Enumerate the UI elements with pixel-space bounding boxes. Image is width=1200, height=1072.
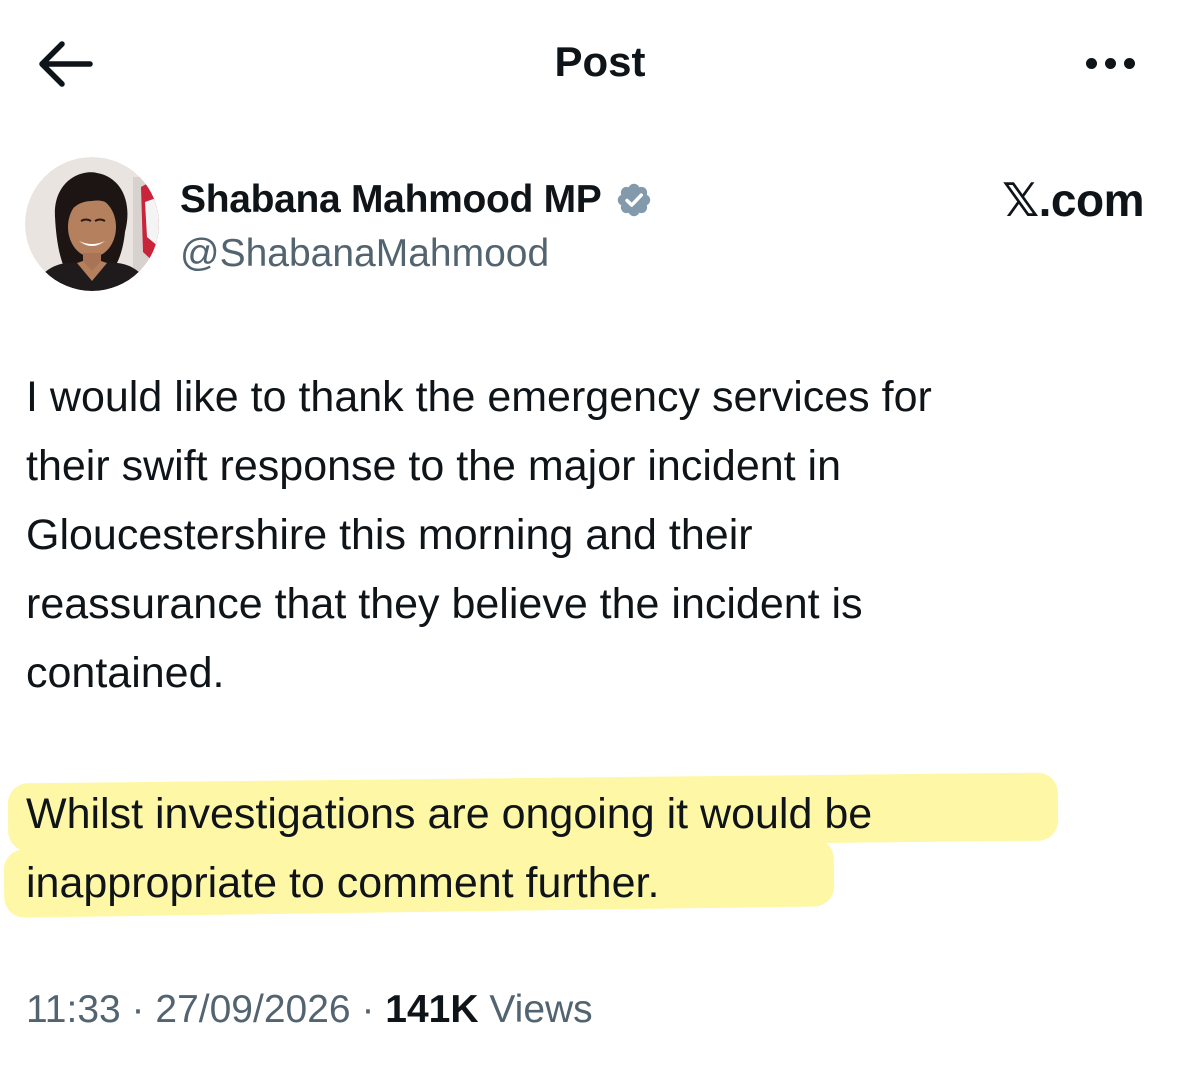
top-bar: Post (0, 0, 1200, 125)
post-meta: 11:33 · 27/09/2026 · 141K Views (26, 984, 593, 1036)
post-date[interactable]: 27/09/2026 (155, 988, 350, 1031)
page-title: Post (554, 38, 646, 85)
verified-badge-icon (618, 183, 651, 217)
views-count[interactable]: 141K (385, 988, 478, 1031)
tweet-text-continued: Whilst investigations are ongoing it wou… (26, 780, 1146, 918)
tweet-paragraph-1: I would like to thank the emergency serv… (26, 373, 932, 697)
display-name: Shabana Mahmood MP (180, 178, 602, 221)
tweet-paragraph-2: Whilst investigations are ongoing it wou… (26, 790, 873, 907)
tweet-text: I would like to thank the emergency serv… (26, 363, 1146, 708)
source-watermark: 𝕏.com (1002, 174, 1144, 226)
separator: · (361, 988, 375, 1031)
more-options-button[interactable] (1076, 38, 1146, 88)
arrow-left-icon (39, 41, 93, 87)
highlighted-passage: Whilst investigations are ongoing it wou… (0, 772, 1200, 922)
views-label: Views (489, 988, 593, 1031)
author-handle[interactable]: @ShabanaMahmood (180, 228, 549, 280)
post-time[interactable]: 11:33 (26, 988, 121, 1031)
avatar[interactable] (25, 157, 159, 291)
author-name-row[interactable]: Shabana Mahmood MP (180, 172, 653, 228)
separator: · (131, 988, 145, 1031)
back-button[interactable] (30, 34, 100, 94)
